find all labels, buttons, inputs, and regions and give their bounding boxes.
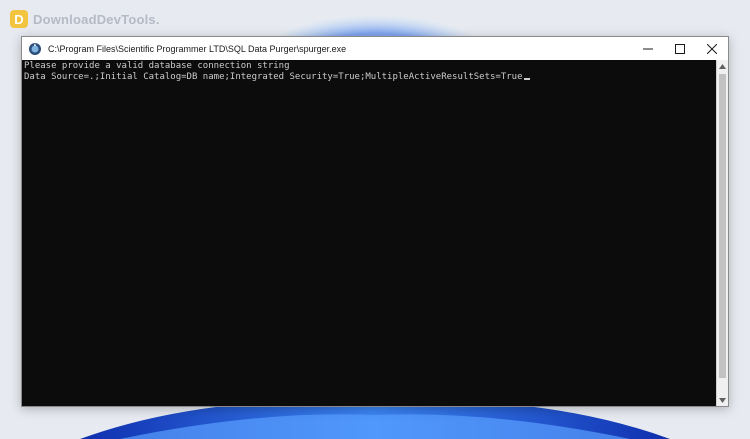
scroll-up-icon: [719, 63, 726, 69]
vertical-scrollbar[interactable]: [716, 60, 728, 406]
scroll-down-button[interactable]: [717, 394, 728, 406]
caption-buttons: [632, 37, 728, 60]
minimize-button[interactable]: [632, 37, 664, 60]
scroll-thumb[interactable]: [719, 74, 726, 378]
window-title: C:\Program Files\Scientific Programmer L…: [48, 43, 347, 54]
close-button[interactable]: [696, 37, 728, 60]
window-titlebar[interactable]: C:\Program Files\Scientific Programmer L…: [22, 37, 728, 60]
console-window: C:\Program Files\Scientific Programmer L…: [21, 36, 729, 407]
scroll-down-icon: [719, 397, 726, 403]
watermark: D DownloadDevTools.: [10, 10, 160, 28]
watermark-logo: D: [10, 10, 28, 28]
console-output[interactable]: Please provide a valid database connecti…: [22, 60, 716, 406]
scroll-up-button[interactable]: [717, 60, 728, 72]
maximize-button[interactable]: [664, 37, 696, 60]
minimize-icon: [643, 48, 653, 49]
console-line-prompt: Please provide a valid database connecti…: [24, 61, 290, 71]
close-icon: [707, 43, 717, 54]
maximize-icon: [675, 43, 685, 54]
console-line-input[interactable]: Data Source=.;Initial Catalog=DB name;In…: [24, 72, 716, 83]
watermark-text: DownloadDevTools.: [33, 11, 160, 27]
text-cursor: [523, 78, 530, 80]
connection-string-text: Data Source=.;Initial Catalog=DB name;In…: [24, 72, 523, 82]
desktop: D DownloadDevTools. C:\Program Files\Sci…: [0, 0, 750, 439]
console-app-icon[interactable]: [28, 42, 42, 56]
